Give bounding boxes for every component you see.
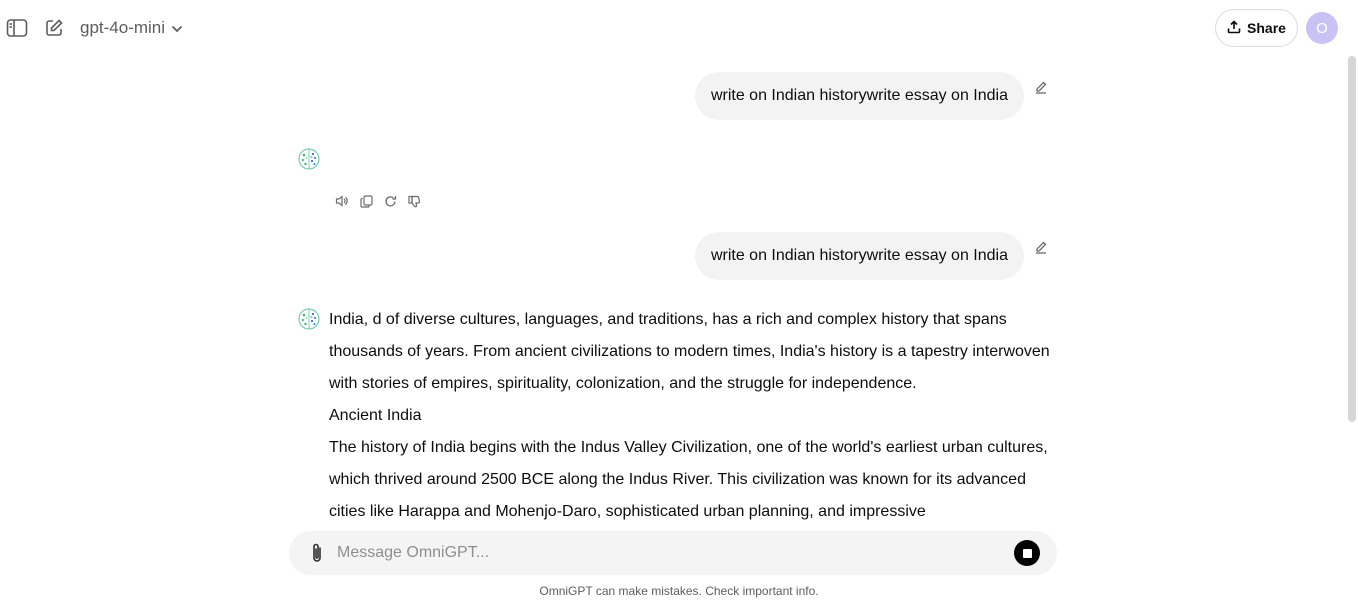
model-name: gpt-4o-mini [80,18,166,37]
message-actions [334,193,422,209]
user-message: write on Indian historywrite essay on In… [694,232,1024,280]
avatar[interactable]: O [1306,12,1338,44]
disclaimer-note: OmniGPT can make mistakes. Check importa… [539,584,819,598]
user-message-text: write on Indian historywrite essay on In… [710,247,1008,264]
new-chat-icon[interactable] [42,16,66,40]
brain-logo-icon [297,307,321,331]
share-icon [1227,19,1241,37]
user-message: write on Indian historywrite essay on In… [694,72,1024,120]
model-selector[interactable]: gpt-4o-mini [80,16,183,40]
share-label: Share [1247,20,1286,36]
message-composer [289,531,1057,575]
regenerate-icon[interactable] [382,193,398,209]
assistant-message: India, d of diverse cultures, languages,… [329,304,1059,528]
copy-icon[interactable] [358,193,374,209]
user-message-text: write on Indian historywrite essay on In… [710,87,1008,104]
stop-button[interactable] [1014,540,1040,566]
pencil-icon[interactable] [1033,240,1049,256]
paperclip-icon[interactable] [305,541,329,565]
sidebar-toggle-icon[interactable] [5,16,29,40]
assistant-paragraph: The history of India begins with the Ind… [329,439,1048,520]
chevron-down-icon [171,18,183,38]
pencil-icon[interactable] [1033,80,1049,96]
scrollbar[interactable] [1346,56,1358,607]
thumbs-down-icon[interactable] [406,193,422,209]
message-input[interactable] [335,537,995,569]
share-button[interactable]: Share [1215,9,1298,47]
scrollbar-thumb[interactable] [1348,56,1356,422]
speaker-icon[interactable] [334,193,350,209]
assistant-paragraph: India, d of diverse cultures, languages,… [329,311,1050,392]
stop-icon [1022,548,1032,558]
brain-logo-icon [297,147,321,171]
top-header: gpt-4o-mini Share O [0,0,1358,56]
assistant-heading: Ancient India [329,407,422,424]
